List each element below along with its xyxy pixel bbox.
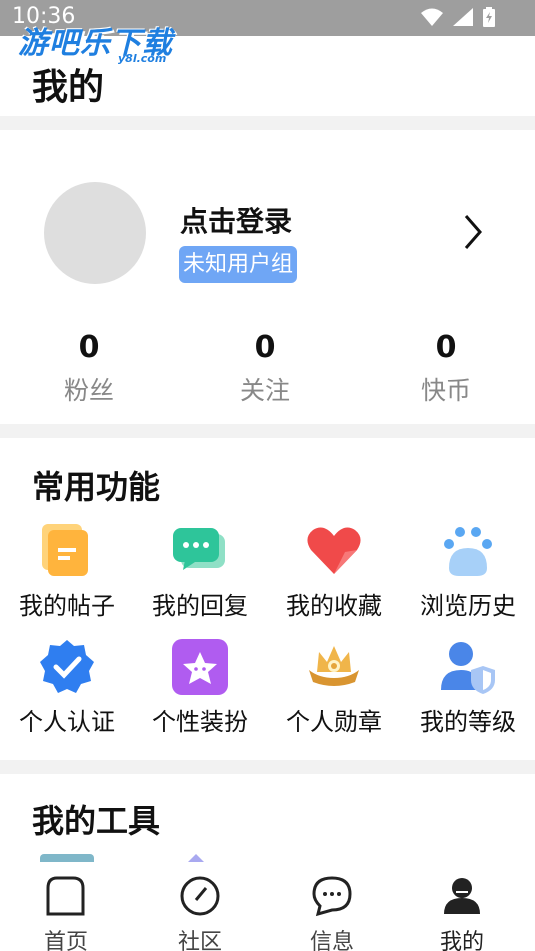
tab-label: 我的 <box>439 930 484 951</box>
func-label: 我的回复 <box>152 592 248 620</box>
stat-value: 0 <box>254 330 276 365</box>
watermark-subtext: y8l.com <box>118 52 167 65</box>
avatar[interactable] <box>44 182 146 284</box>
func-label: 我的帖子 <box>19 592 115 620</box>
stat-value: 0 <box>78 330 100 365</box>
status-icons <box>421 7 495 27</box>
func-verification[interactable]: 个人认证 <box>0 638 134 737</box>
my-tools-section: 我的工具 <box>0 774 535 874</box>
func-browse-history[interactable]: 浏览历史 <box>401 522 535 621</box>
star-face-icon <box>171 638 229 696</box>
func-label: 个人勋章 <box>286 708 382 736</box>
common-functions-section: 常用功能 我的帖子 我的回复 我的收藏 浏览历史 个人认证 个性装扮 个人勋章 … <box>0 438 535 760</box>
login-link[interactable]: 点击登录 <box>180 200 292 240</box>
tab-mine[interactable]: 我的 <box>412 874 512 951</box>
profile-card[interactable]: 点击登录 未知用户组 0 粉丝 0 关注 0 快币 <box>0 130 535 424</box>
tab-home[interactable]: 首页 <box>16 874 116 951</box>
bottom-tab-bar: 首页 社区 信息 我的 <box>0 862 535 951</box>
home-icon <box>46 876 85 916</box>
document-icon <box>38 522 96 580</box>
func-medals[interactable]: 个人勋章 <box>267 638 401 737</box>
battery-icon <box>483 7 495 27</box>
compass-icon <box>180 876 220 916</box>
watermark-logo: 游吧乐下载 y8l.com <box>18 18 173 65</box>
tab-messages[interactable]: 信息 <box>282 874 382 951</box>
func-label: 个性装扮 <box>152 708 248 736</box>
stat-fans[interactable]: 0 粉丝 <box>39 330 139 407</box>
user-shield-icon <box>439 638 497 696</box>
user-group-badge: 未知用户组 <box>179 246 298 283</box>
func-my-replies[interactable]: 我的回复 <box>133 522 267 621</box>
func-label: 浏览历史 <box>420 592 516 620</box>
section-title: 常用功能 <box>32 468 161 506</box>
paw-icon <box>439 522 497 580</box>
stat-label: 粉丝 <box>63 376 114 405</box>
func-my-posts[interactable]: 我的帖子 <box>0 522 134 621</box>
stat-label: 关注 <box>239 376 290 405</box>
func-label: 我的收藏 <box>286 592 382 620</box>
tab-community[interactable]: 社区 <box>150 874 250 951</box>
stat-value: 0 <box>435 330 457 365</box>
signal-icon <box>453 8 473 26</box>
func-my-level[interactable]: 我的等级 <box>401 638 535 737</box>
profile-icon <box>444 878 480 914</box>
stat-following[interactable]: 0 关注 <box>215 330 315 407</box>
chat-icon <box>171 522 229 580</box>
chevron-right-icon[interactable] <box>458 212 486 252</box>
stat-label: 快币 <box>420 376 471 405</box>
crown-medal-icon <box>305 638 363 696</box>
tab-label: 社区 <box>177 930 222 951</box>
message-icon <box>312 876 352 917</box>
func-label: 个人认证 <box>19 708 115 736</box>
section-title: 我的工具 <box>32 802 161 840</box>
verified-badge-icon <box>38 638 96 696</box>
func-dress-up[interactable]: 个性装扮 <box>133 638 267 737</box>
heart-icon <box>305 522 363 580</box>
wifi-icon <box>421 8 443 26</box>
tab-label: 首页 <box>43 930 88 951</box>
stat-coins[interactable]: 0 快币 <box>396 330 496 407</box>
tab-label: 信息 <box>309 930 354 951</box>
page-title: 我的 <box>32 67 105 108</box>
func-label: 我的等级 <box>420 708 516 736</box>
func-my-favorites[interactable]: 我的收藏 <box>267 522 401 621</box>
